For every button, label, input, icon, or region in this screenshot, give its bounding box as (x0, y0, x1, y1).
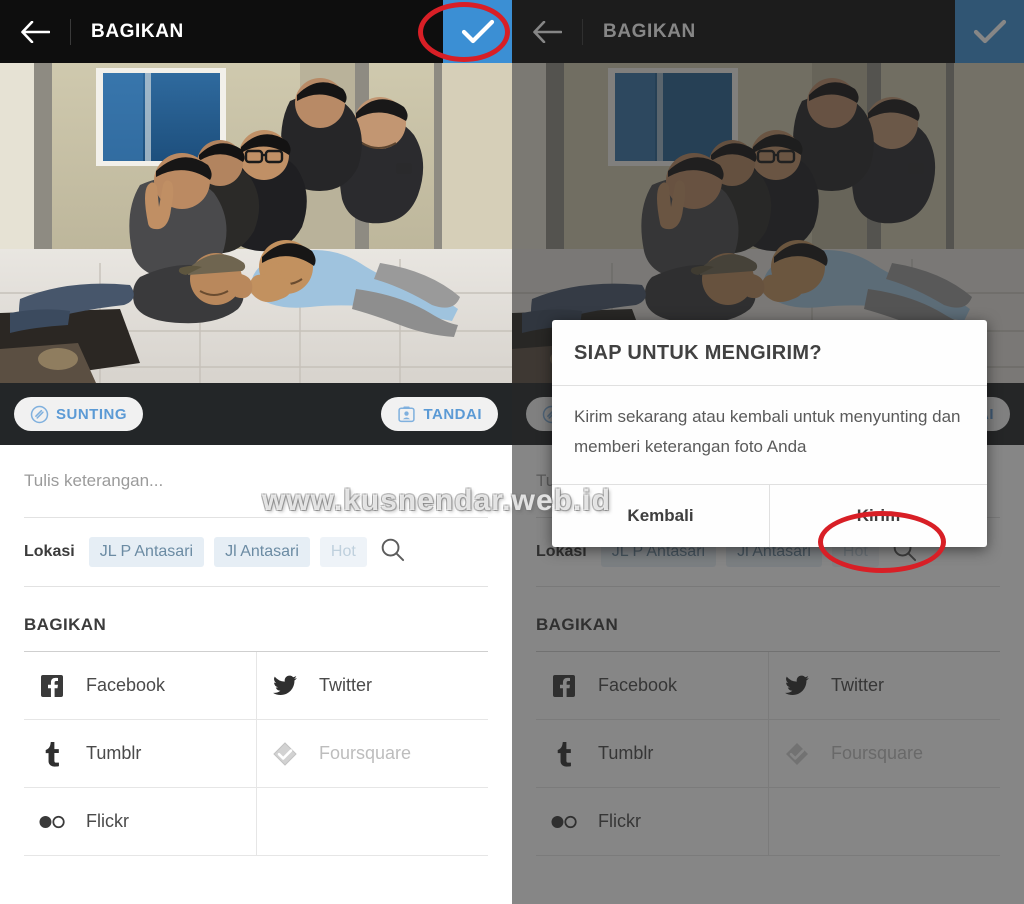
facebook-icon (550, 674, 578, 698)
photo-preview[interactable] (0, 63, 512, 383)
flickr-icon (550, 814, 578, 830)
caption-placeholder: Tulis keterangan... (24, 471, 164, 490)
location-label: Lokasi (24, 543, 75, 560)
location-chip-3[interactable]: Hot (319, 537, 367, 567)
share-option-twitter[interactable]: Twitter (256, 652, 488, 720)
share-grid-empty-cell (256, 788, 488, 856)
share-option-tumblr[interactable]: Tumblr (24, 720, 256, 788)
share-section-heading: BAGIKAN (24, 615, 107, 634)
edit-button[interactable]: SUNTING (14, 397, 143, 431)
adjust-circle-icon (30, 405, 49, 423)
share-option-label: Flickr (598, 811, 641, 831)
share-option-label: Tumblr (598, 743, 654, 763)
caption-input[interactable]: Tulis keterangan... (0, 445, 512, 517)
page-title: BAGIKAN (603, 20, 696, 42)
tumblr-icon (38, 741, 66, 767)
share-section-heading: BAGIKAN (536, 615, 619, 634)
phone-screen-right: BAGIKAN Lokasi JL P Antasari Jl Antasari… (512, 0, 1024, 904)
page-title: BAGIKAN (91, 20, 184, 42)
confirm-share-button[interactable] (443, 0, 512, 63)
location-search-button[interactable] (379, 536, 406, 568)
share-option-label: Flickr (86, 811, 129, 831)
foursquare-icon (271, 741, 299, 767)
share-grid-empty-cell (768, 788, 1000, 856)
location-row: Lokasi JL P Antasari Jl Antasari Hot (0, 518, 512, 586)
back-button[interactable] (0, 0, 70, 63)
foursquare-icon (783, 741, 811, 767)
share-option-flickr[interactable]: Flickr (24, 788, 256, 856)
photo-action-bar: SUNTING TANDAI (0, 383, 512, 445)
search-icon (381, 538, 404, 562)
share-option-foursquare[interactable]: Foursquare (768, 720, 1000, 788)
share-option-flickr[interactable]: Flickr (536, 788, 768, 856)
twitter-icon (271, 673, 299, 699)
back-arrow-icon (533, 20, 562, 43)
share-option-label: Twitter (831, 675, 885, 695)
app-bar-right: BAGIKAN (512, 0, 1024, 63)
share-option-label: Tumblr (86, 743, 142, 763)
share-option-tumblr[interactable]: Tumblr (536, 720, 768, 788)
share-grid: Facebook Twitter Tumblr Foursquare Flick… (536, 651, 1000, 856)
back-arrow-icon (21, 20, 50, 43)
share-option-label: Foursquare (831, 743, 924, 763)
tumblr-icon (550, 741, 578, 767)
dialog-actions: Kembali Kirim (552, 484, 987, 547)
share-option-foursquare[interactable]: Foursquare (256, 720, 488, 788)
back-button[interactable] (512, 0, 582, 63)
facebook-icon (38, 674, 66, 698)
location-chip-1[interactable]: JL P Antasari (88, 537, 205, 567)
confirm-send-dialog: SIAP UNTUK MENGIRIM? Kirim sekarang atau… (552, 320, 987, 547)
share-option-label: Facebook (86, 675, 166, 695)
dialog-message: Kirim sekarang atau kembali untuk menyun… (574, 407, 961, 456)
screenshot-stage: BAGIKAN SUNTING TANDAI Tulis keterangan.… (0, 0, 1024, 904)
twitter-icon (783, 673, 811, 699)
dialog-cancel-button[interactable]: Kembali (552, 485, 769, 547)
location-chip-2[interactable]: Jl Antasari (214, 537, 310, 567)
flickr-icon (38, 814, 66, 830)
group-photo-image (0, 63, 512, 383)
confirm-share-button[interactable] (955, 0, 1024, 63)
phone-screen-left: BAGIKAN SUNTING TANDAI Tulis keterangan.… (0, 0, 512, 904)
share-option-facebook[interactable]: Facebook (536, 652, 768, 720)
checkmark-icon (461, 19, 494, 43)
person-tag-icon (398, 406, 416, 422)
edit-button-label: SUNTING (56, 405, 127, 423)
share-option-label: Facebook (598, 675, 678, 695)
app-bar-left: BAGIKAN (0, 0, 512, 63)
share-option-facebook[interactable]: Facebook (24, 652, 256, 720)
share-option-label: Foursquare (319, 743, 412, 763)
share-option-twitter[interactable]: Twitter (768, 652, 1000, 720)
tag-button-label: TANDAI (423, 405, 482, 423)
dialog-title: SIAP UNTUK MENGIRIM? (574, 342, 822, 364)
tag-button[interactable]: TANDAI (381, 397, 498, 431)
share-grid: Facebook Twitter Tumblr Foursquare Flick… (24, 651, 488, 856)
checkmark-icon (973, 19, 1006, 43)
share-option-label: Twitter (319, 675, 373, 695)
dialog-send-button[interactable]: Kirim (769, 485, 987, 547)
